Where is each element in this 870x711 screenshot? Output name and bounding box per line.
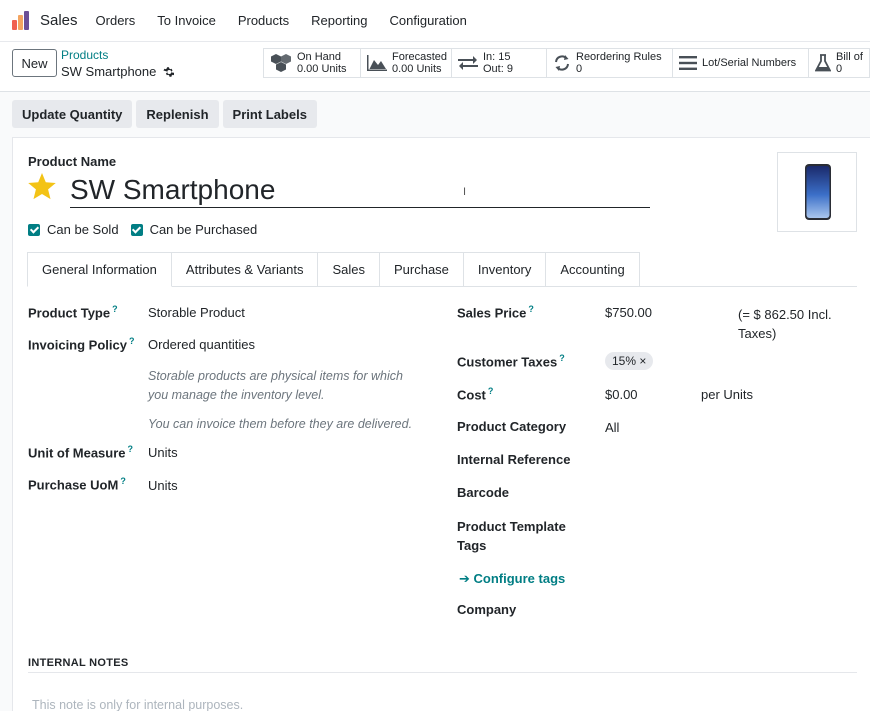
cost-unit: per Units <box>701 387 754 402</box>
cost-label: Cost? <box>457 386 494 403</box>
top-navbar: Sales Orders To Invoice Products Reporti… <box>0 0 870 42</box>
internal-notes-divider <box>28 672 857 673</box>
invoicing-policy-label: Invoicing Policy? <box>28 336 135 353</box>
product-category-field[interactable]: All <box>605 420 619 435</box>
lot-serial-label: Lot/Serial Numbers <box>702 57 797 69</box>
reordering-value: 0 <box>576 63 583 75</box>
internal-reference-label: Internal Reference <box>457 452 571 467</box>
forecasted-button[interactable]: Forecasted 0.00 Units <box>360 48 451 78</box>
area-chart-icon <box>367 55 387 71</box>
help-tooltip-icon[interactable]: ? <box>488 386 494 396</box>
product-type-field[interactable]: Storable Product <box>148 305 245 320</box>
forecasted-value: 0.00 Units <box>392 63 442 75</box>
checkbox-row: Can be Sold Can be Purchased <box>28 222 257 237</box>
smartphone-icon <box>805 164 831 220</box>
help-tooltip-icon[interactable]: ? <box>120 476 126 486</box>
invoicing-policy-field[interactable]: Ordered quantities <box>148 337 255 352</box>
nav-to-invoice[interactable]: To Invoice <box>157 13 216 28</box>
uom-label: Unit of Measure? <box>28 444 134 461</box>
new-button[interactable]: New <box>12 49 57 77</box>
customer-taxes-label: Customer Taxes? <box>457 353 565 370</box>
internal-notes-input[interactable]: This note is only for internal purposes. <box>32 698 243 711</box>
bill-of-materials-button[interactable]: Bill of 0 <box>808 48 870 78</box>
on-hand-button[interactable]: On Hand 0.00 Units <box>263 48 360 78</box>
checkbox-checked-icon[interactable] <box>130 223 143 236</box>
update-quantity-button[interactable]: Update Quantity <box>12 100 133 128</box>
can-be-purchased-label: Can be Purchased <box>149 222 258 237</box>
configure-tags-link[interactable]: ➔ Configure tags <box>459 571 565 587</box>
text-cursor-icon: I <box>463 186 467 198</box>
reordering-rules-button[interactable]: Reordering Rules 0 <box>546 48 672 78</box>
bars-icon <box>679 56 697 70</box>
form-sheet: Product Name SW Smartphone I Can be Sold… <box>12 137 870 711</box>
sales-price-label: Sales Price? <box>457 304 534 321</box>
internal-notes-title: INTERNAL NOTES <box>28 657 129 669</box>
purchase-uom-label: Purchase UoM? <box>28 476 126 493</box>
nav-configuration[interactable]: Configuration <box>390 13 467 28</box>
checkbox-checked-icon[interactable] <box>28 223 40 236</box>
nav-reporting[interactable]: Reporting <box>311 13 367 28</box>
app-name[interactable]: Sales <box>40 12 78 29</box>
product-type-help: Storable products are physical items for… <box>148 369 403 402</box>
help-tooltip-icon[interactable]: ? <box>112 304 118 314</box>
bom-label: Bill of <box>836 51 863 63</box>
breadcrumb-products[interactable]: Products <box>61 48 108 62</box>
tab-inventory[interactable]: Inventory <box>463 252 547 287</box>
uom-field[interactable]: Units <box>148 445 178 460</box>
help-tooltip-icon[interactable]: ? <box>128 444 134 454</box>
company-label: Company <box>457 602 517 617</box>
can-be-purchased-checkbox[interactable]: Can be Purchased <box>130 222 258 237</box>
purchase-uom-field[interactable]: Units <box>148 478 178 493</box>
cubes-icon <box>271 54 291 72</box>
can-be-sold-checkbox[interactable]: Can be Sold <box>28 222 119 237</box>
refresh-icon <box>555 55 569 71</box>
tab-sales[interactable]: Sales <box>318 252 380 287</box>
smart-buttons: On Hand 0.00 Units Forecasted 0.00 Units I… <box>263 48 870 78</box>
product-name-input[interactable]: SW Smartphone <box>70 172 650 208</box>
notebook-tabs: General Information Attributes & Variant… <box>27 252 640 287</box>
flask-icon <box>815 54 831 72</box>
on-hand-label: On Hand <box>297 51 342 63</box>
nav-products[interactable]: Products <box>238 13 289 28</box>
product-name-label: Product Name <box>28 154 117 169</box>
can-be-sold-label: Can be Sold <box>47 222 119 237</box>
help-tooltip-icon[interactable]: ? <box>129 336 135 346</box>
tab-purchase[interactable]: Purchase <box>379 252 464 287</box>
exchange-icon <box>458 56 478 70</box>
help-tooltip-icon[interactable]: ? <box>559 353 565 363</box>
cost-field[interactable]: $0.00 <box>605 387 638 402</box>
print-labels-button[interactable]: Print Labels <box>222 100 317 128</box>
invoicing-help: You can invoice them before they are del… <box>148 417 413 431</box>
in-out-button[interactable]: In: 15 Out: 9 <box>451 48 546 78</box>
gear-icon[interactable] <box>162 66 175 78</box>
action-buttons: Update Quantity Replenish Print Labels <box>12 100 317 128</box>
product-template-tags-label: Product Template Tags <box>457 519 566 553</box>
barcode-label: Barcode <box>457 485 510 500</box>
incl-taxes-text: (= $ 862.50 Incl. Taxes) <box>738 307 832 341</box>
tab-general-information[interactable]: General Information <box>27 252 172 287</box>
tab-accounting[interactable]: Accounting <box>546 252 640 287</box>
help-tooltip-icon[interactable]: ? <box>528 304 534 314</box>
tab-attributes-variants[interactable]: Attributes & Variants <box>171 252 319 287</box>
product-image[interactable] <box>777 152 857 232</box>
tax-tag[interactable]: 15% × <box>605 352 654 370</box>
in-count: In: 15 <box>483 51 511 63</box>
control-panel: New Products SW Smartphone On Hand 0.00 U… <box>0 42 870 92</box>
breadcrumb-current-label: SW Smartphone <box>61 64 157 79</box>
replenish-button[interactable]: Replenish <box>136 100 219 128</box>
lot-serial-button[interactable]: Lot/Serial Numbers <box>672 48 808 78</box>
out-count: Out: 9 <box>483 63 513 75</box>
bom-value: 0 <box>836 63 843 75</box>
forecasted-label: Forecasted <box>392 51 448 63</box>
breadcrumb-current: SW Smartphone <box>61 64 175 79</box>
on-hand-value: 0.00 Units <box>297 63 347 75</box>
star-icon[interactable] <box>27 173 57 201</box>
arrow-right-icon: ➔ <box>459 571 470 586</box>
sales-app-icon[interactable] <box>11 10 33 32</box>
product-type-label: Product Type? <box>28 304 118 321</box>
sales-price-field[interactable]: $750.00 <box>605 305 652 320</box>
nav-orders[interactable]: Orders <box>96 13 136 28</box>
reordering-label: Reordering Rules <box>576 51 662 63</box>
product-category-label: Product Category <box>457 419 567 434</box>
